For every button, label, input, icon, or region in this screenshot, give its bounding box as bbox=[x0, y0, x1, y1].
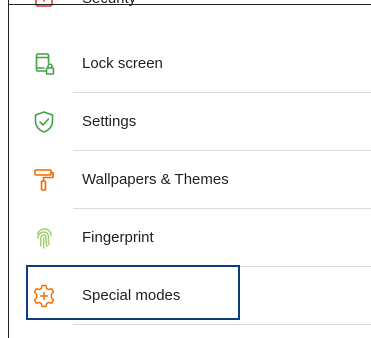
screenshot-frame: Security Lock screen bbox=[0, 0, 371, 338]
paint-roller-icon bbox=[31, 167, 57, 193]
frame-border-top bbox=[8, 4, 371, 5]
phone-lock-icon bbox=[31, 51, 57, 77]
list-item-label: Lock screen bbox=[82, 55, 163, 72]
fingerprint-icon bbox=[31, 225, 57, 251]
frame-border-left bbox=[8, 0, 9, 338]
settings-list: Security Lock screen bbox=[9, 0, 371, 338]
list-item-label: Fingerprint bbox=[82, 229, 154, 246]
list-item-label: Settings bbox=[82, 113, 137, 130]
list-item-settings[interactable]: Settings bbox=[9, 93, 371, 151]
divider bbox=[73, 324, 371, 325]
security-icon bbox=[31, 0, 57, 12]
list-item-fingerprint[interactable]: Fingerprint bbox=[9, 209, 371, 267]
selection-highlight bbox=[26, 265, 240, 320]
shield-check-icon bbox=[31, 109, 57, 135]
list-item-label: Wallpapers & Themes bbox=[82, 171, 229, 188]
list-item-wallpapers-themes[interactable]: Wallpapers & Themes bbox=[9, 151, 371, 209]
list-item-lock-screen[interactable]: Lock screen bbox=[9, 35, 371, 93]
